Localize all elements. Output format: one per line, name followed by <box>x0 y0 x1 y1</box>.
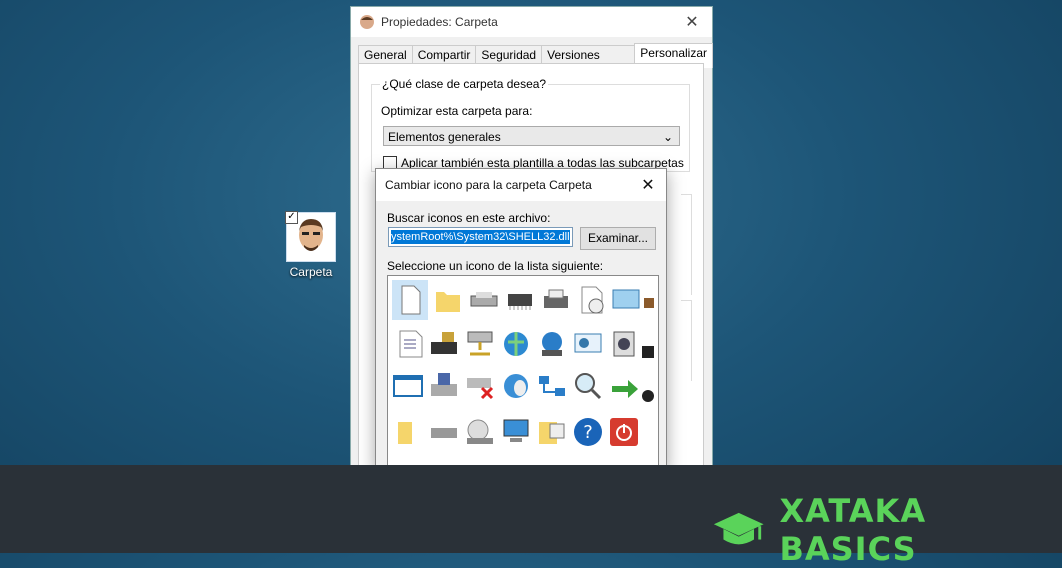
optimize-select[interactable]: Elementos generales ⌄ <box>383 126 680 146</box>
properties-titlebar: Propiedades: Carpeta ✕ <box>351 7 712 37</box>
folder-pictures-group <box>681 194 692 295</box>
svg-text:?: ? <box>583 422 593 443</box>
disconnected-drive-icon[interactable] <box>464 370 496 402</box>
brand-name: XATAKA BASICS <box>779 492 927 568</box>
window-app-icon[interactable] <box>610 284 642 316</box>
folder-thumbnail: ✓ <box>285 211 336 262</box>
network-drive-icon[interactable] <box>464 328 496 360</box>
network-connections-icon[interactable] <box>536 370 568 402</box>
optimize-select-value: Elementos generales <box>388 130 501 144</box>
desktop-folder-icon[interactable]: ✓ Carpeta <box>283 211 339 279</box>
select-icon-label: Seleccione un icono de la lista siguient… <box>387 259 604 273</box>
dialog-body: Buscar iconos en este archivo: ystemRoot… <box>376 201 666 473</box>
icon-list[interactable]: ? ◂ <box>387 275 659 473</box>
close-icon[interactable]: ✕ <box>672 12 712 32</box>
change-icon-dialog: Cambiar icono para la carpeta Carpeta ✕ … <box>375 168 667 473</box>
locked-drive-icon[interactable] <box>428 328 460 360</box>
partial-icon[interactable] <box>644 298 654 308</box>
run-arrow-icon[interactable] <box>608 370 640 402</box>
tab-general[interactable]: General <box>358 45 413 65</box>
blank-file-icon[interactable] <box>392 280 428 320</box>
browse-button[interactable]: Examinar... <box>580 227 656 250</box>
tab-compartir[interactable]: Compartir <box>411 45 477 65</box>
icon-file-path-value: ystemRoot%\System32\SHELL32.dll <box>391 230 570 244</box>
folder-small-icon[interactable] <box>392 416 424 448</box>
tab-versiones-anteriores[interactable]: Versiones anteriores <box>541 45 636 76</box>
brand-logo: XATAKA BASICS <box>712 492 1062 568</box>
network-globe-icon[interactable] <box>536 328 568 360</box>
icon-file-path-input[interactable]: ystemRoot%\System32\SHELL32.dll <box>388 227 573 247</box>
clock-file-icon[interactable] <box>576 284 608 316</box>
hard-drive-icon[interactable] <box>428 416 460 448</box>
folder-avatar-icon <box>360 15 374 29</box>
chevron-down-icon: ⌄ <box>662 130 673 144</box>
folder-icons-group <box>681 300 692 381</box>
chip-icon[interactable] <box>504 284 536 316</box>
programs-folder-icon[interactable] <box>536 416 568 448</box>
search-icon[interactable] <box>572 370 604 402</box>
optimize-label: Optimizar esta carpeta para: <box>381 104 533 118</box>
help-icon[interactable]: ? <box>572 416 604 448</box>
internet-globe-icon[interactable] <box>500 328 532 360</box>
dialog-close-icon[interactable]: ✕ <box>630 175 666 195</box>
tab-seguridad[interactable]: Seguridad <box>475 45 543 65</box>
clock-badge-icon[interactable] <box>642 390 654 402</box>
shortcut-arrow-icon[interactable] <box>642 346 654 358</box>
control-panel-icon[interactable] <box>572 328 604 360</box>
folder-type-question: ¿Qué clase de carpeta desea? <box>380 77 549 91</box>
power-icon[interactable] <box>608 416 640 448</box>
properties-title: Propiedades: Carpeta <box>381 15 498 29</box>
avatar-face-icon <box>299 219 323 251</box>
properties-tabs: General Compartir Seguridad Versiones an… <box>358 43 713 76</box>
folder-icon[interactable] <box>432 284 464 316</box>
globe-mouse-icon[interactable] <box>500 370 532 402</box>
blank-window-icon[interactable] <box>392 370 424 402</box>
dialog-title: Cambiar icono para la carpeta Carpeta <box>385 178 592 192</box>
document-icon[interactable] <box>394 328 426 360</box>
cd-drive-icon[interactable] <box>464 416 496 448</box>
floppy-drive-icon[interactable] <box>428 370 460 402</box>
search-file-label: Buscar iconos en este archivo: <box>387 211 551 225</box>
media-disc-icon[interactable] <box>608 328 640 360</box>
dialog-titlebar: Cambiar icono para la carpeta Carpeta ✕ <box>376 169 666 201</box>
drive-icon[interactable] <box>468 284 500 316</box>
computer-icon[interactable] <box>500 416 532 448</box>
graduation-cap-icon <box>713 512 764 545</box>
printer-icon[interactable] <box>540 284 572 316</box>
desktop-icon-label: Carpeta <box>289 265 333 279</box>
